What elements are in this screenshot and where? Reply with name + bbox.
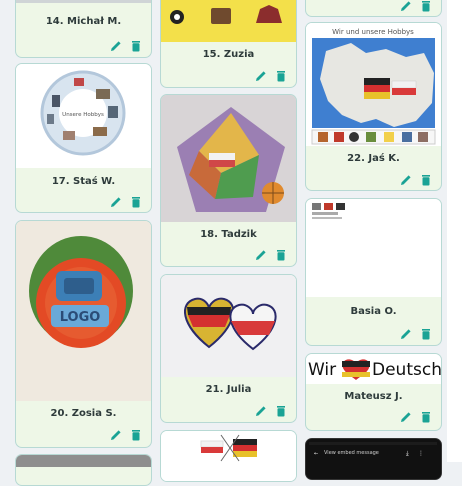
post-card[interactable]: Unsere Hobbys 17. Staś W. [15,63,152,213]
trash-icon[interactable] [419,327,433,341]
image-text-right: Deutsch [372,360,441,380]
post-caption: 17. Staś W. [51,176,116,187]
trash-icon[interactable] [419,410,433,424]
post-caption: 20. Zosia S. [50,408,117,419]
pencil-icon[interactable] [399,327,413,341]
image-title: Wir und unsere Hobbys [332,28,414,36]
post-actions [254,404,288,418]
post-card[interactable]: 18. Tadzik [160,94,297,267]
post-actions [109,428,143,442]
pencil-icon[interactable] [109,195,123,209]
post-card[interactable]: Wir und unsere Hobbys 22. Jaś K. [305,22,442,191]
post-caption: 21. Julia [205,384,252,395]
post-card[interactable]: Basia O. [305,198,442,346]
post-card[interactable] [305,0,442,17]
trash-icon[interactable] [129,428,143,442]
post-caption: 15. Zuzia [202,49,255,60]
trash-icon[interactable] [129,195,143,209]
post-card[interactable] [160,430,297,482]
post-image [161,0,296,42]
pencil-icon[interactable] [254,248,268,262]
post-image [16,455,151,467]
pencil-icon[interactable] [109,39,123,53]
post-image [16,0,151,3]
post-image: Wir und unsere Hobbys [306,23,441,146]
post-actions [399,173,433,187]
post-image [306,199,441,297]
post-image: ← View embed message ⤓ ⋮ [306,439,441,479]
post-caption: Mateusz J. [344,391,403,402]
pencil-icon[interactable] [399,173,413,187]
svg-text:⋮: ⋮ [418,450,424,457]
trash-icon[interactable] [274,69,288,83]
image-text: View embed message [324,450,379,456]
pencil-icon[interactable] [399,0,413,13]
post-actions [254,69,288,83]
post-caption: 14. Michał M. [45,16,122,27]
post-card[interactable]: LOGO 20. Zosia S. [15,220,152,448]
pencil-icon[interactable] [254,69,268,83]
page-edge [447,0,462,462]
post-image: LOGO [16,221,151,401]
trash-icon[interactable] [274,248,288,262]
post-image [161,275,296,377]
post-card[interactable]: ← View embed message ⤓ ⋮ [305,438,442,480]
pencil-icon[interactable] [254,404,268,418]
image-text: LOGO [60,310,101,325]
pencil-icon[interactable] [109,428,123,442]
post-actions [399,410,433,424]
post-caption: 22. Jaś K. [347,153,400,164]
post-actions [399,327,433,341]
trash-icon[interactable] [129,39,143,53]
post-image: Wir Deutsch [306,354,441,384]
svg-text:⤓: ⤓ [406,450,409,457]
post-actions [109,195,143,209]
post-card[interactable]: Wir Deutsch Mateusz J. [305,353,442,431]
image-text: Unsere Hobbys [62,112,104,118]
trash-icon[interactable] [419,0,433,13]
post-caption: 18. Tadzik [200,229,257,240]
post-caption: Basia O. [350,306,397,317]
svg-text:←: ← [314,451,318,457]
image-text-left: Wir [308,360,336,380]
post-card[interactable] [15,454,152,486]
post-card[interactable]: 15. Zuzia [160,0,297,88]
post-image: Unsere Hobbys [16,64,151,168]
post-card[interactable]: 14. Michał M. [15,0,152,58]
trash-icon[interactable] [419,173,433,187]
pencil-icon[interactable] [399,410,413,424]
padlet-board: 14. Michał M. Unsere Hobbys 17. Staś W. … [0,0,462,486]
trash-icon[interactable] [274,404,288,418]
post-card[interactable]: 21. Julia [160,274,297,423]
post-actions [254,248,288,262]
post-actions [399,0,433,13]
post-actions [109,39,143,53]
post-image [161,95,296,222]
post-image [161,431,296,481]
